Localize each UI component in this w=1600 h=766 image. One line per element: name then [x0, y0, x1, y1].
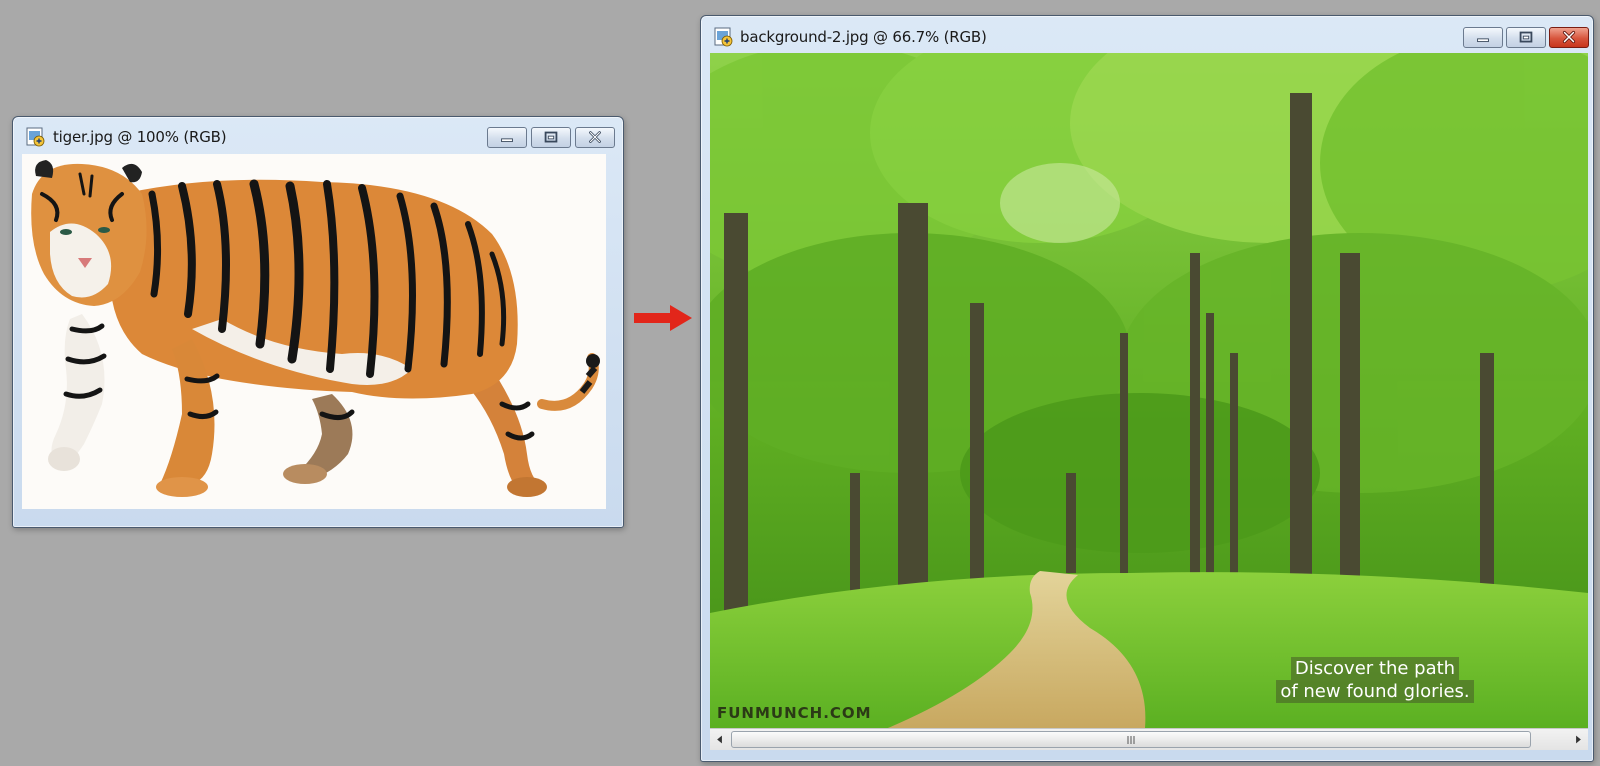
- grip-icon: [1127, 735, 1135, 744]
- tiger-window-titlebar[interactable]: tiger.jpg @ 100% (RGB): [13, 117, 623, 153]
- scroll-right-arrow[interactable]: [1570, 729, 1586, 750]
- maximize-icon: [544, 131, 558, 143]
- tagline-line-1: Discover the path: [1290, 657, 1460, 680]
- tiger-window[interactable]: tiger.jpg @ 100% (RGB): [12, 116, 624, 528]
- photoshop-document-icon: [26, 127, 46, 147]
- tiger-maximize-button[interactable]: [531, 127, 571, 148]
- close-icon: [589, 131, 601, 143]
- background-minimize-button[interactable]: [1463, 27, 1503, 48]
- tagline-line-2: of new found glories.: [1276, 680, 1474, 703]
- horizontal-scrollbar[interactable]: [710, 728, 1588, 750]
- forest-path-image: [710, 53, 1588, 728]
- background-maximize-button[interactable]: [1506, 27, 1546, 48]
- scrollbar-thumb[interactable]: [731, 731, 1531, 748]
- tiger-minimize-button[interactable]: [487, 127, 527, 148]
- image-tagline: Discover the path of new found glories.: [1250, 657, 1500, 703]
- minimize-icon: [1477, 38, 1489, 43]
- photoshop-document-icon: [714, 27, 734, 47]
- chevron-left-icon: [717, 735, 722, 744]
- image-watermark: FUNMUNCH.COM: [717, 704, 872, 722]
- close-icon: [1562, 30, 1576, 44]
- chevron-right-icon: [1576, 735, 1581, 744]
- tiger-image-canvas[interactable]: [22, 154, 606, 509]
- tiger-image: [31, 160, 600, 497]
- background-close-button[interactable]: [1549, 27, 1589, 48]
- scroll-left-arrow[interactable]: [712, 729, 728, 750]
- maximize-icon: [1519, 31, 1533, 43]
- tiger-close-button[interactable]: [575, 127, 615, 148]
- background-image-canscas[interactable]: Discover the path of new found glories. …: [710, 53, 1588, 728]
- arrow-right-icon: [634, 305, 692, 331]
- background-window-title: background-2.jpg @ 66.7% (RGB): [740, 28, 987, 46]
- background-window-titlebar[interactable]: background-2.jpg @ 66.7% (RGB): [701, 16, 1593, 52]
- minimize-icon: [501, 138, 513, 143]
- background-window[interactable]: background-2.jpg @ 66.7% (RGB) Discover …: [700, 15, 1594, 762]
- tiger-window-title: tiger.jpg @ 100% (RGB): [53, 128, 227, 146]
